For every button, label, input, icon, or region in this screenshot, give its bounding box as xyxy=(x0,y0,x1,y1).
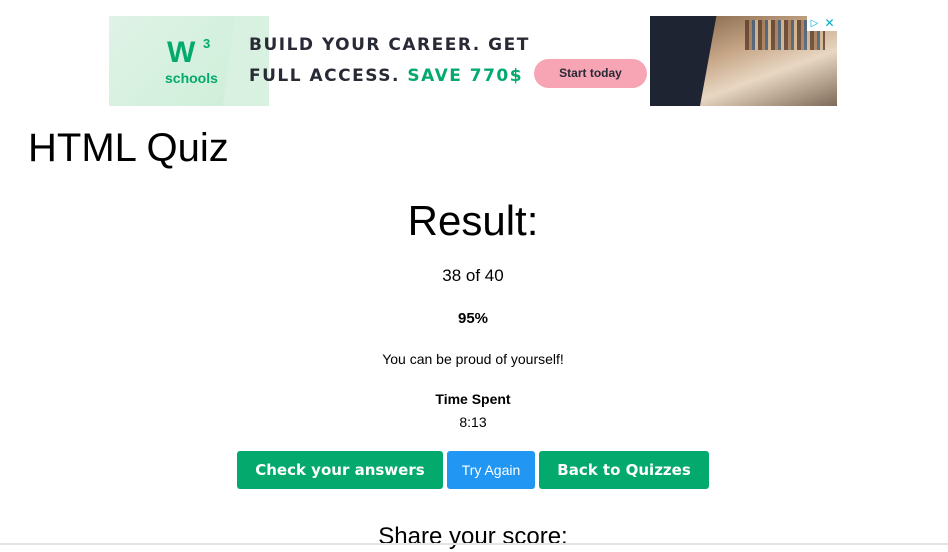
ad-close-icon[interactable]: ✕ xyxy=(822,16,837,31)
ad-info-icon[interactable]: ▷ xyxy=(807,16,822,31)
back-to-quizzes-button[interactable]: Back to Quizzes xyxy=(539,451,709,489)
check-answers-button[interactable]: Check your answers xyxy=(237,451,443,489)
w3schools-logo: W xyxy=(167,36,196,69)
time-spent-label: Time Spent xyxy=(435,391,511,407)
score-percent: 95% xyxy=(457,310,489,327)
result-actions: Check your answers Try Again Back to Qui… xyxy=(0,451,946,489)
ad-save-offer: SAVE 770$ xyxy=(407,66,524,86)
try-again-button[interactable]: Try Again xyxy=(446,451,536,489)
score-text: 38 of 40 xyxy=(442,266,504,285)
ad-headline-prefix: FULL ACCESS. xyxy=(249,66,400,86)
ad-headline-line1: BUILD YOUR CAREER. GET xyxy=(249,35,530,55)
ad-headline-line2: FULL ACCESS. SAVE 770$ xyxy=(249,66,523,86)
result-message: You can be proud of yourself! xyxy=(382,351,564,367)
result-heading: Result: xyxy=(407,197,539,244)
ad-banner[interactable]: W 3 schools BUILD YOUR CAREER. GET FULL … xyxy=(109,16,837,106)
w3schools-logo-superscript: 3 xyxy=(203,36,211,51)
share-score-heading: Share your score: xyxy=(378,523,568,550)
ad-start-today-button[interactable]: Start today xyxy=(534,59,647,88)
page-title: HTML Quiz xyxy=(28,126,229,170)
w3schools-logo-text: schools xyxy=(165,70,218,86)
ad-logo-panel: W 3 schools xyxy=(109,16,259,106)
time-spent-value: 8:13 xyxy=(459,414,487,430)
